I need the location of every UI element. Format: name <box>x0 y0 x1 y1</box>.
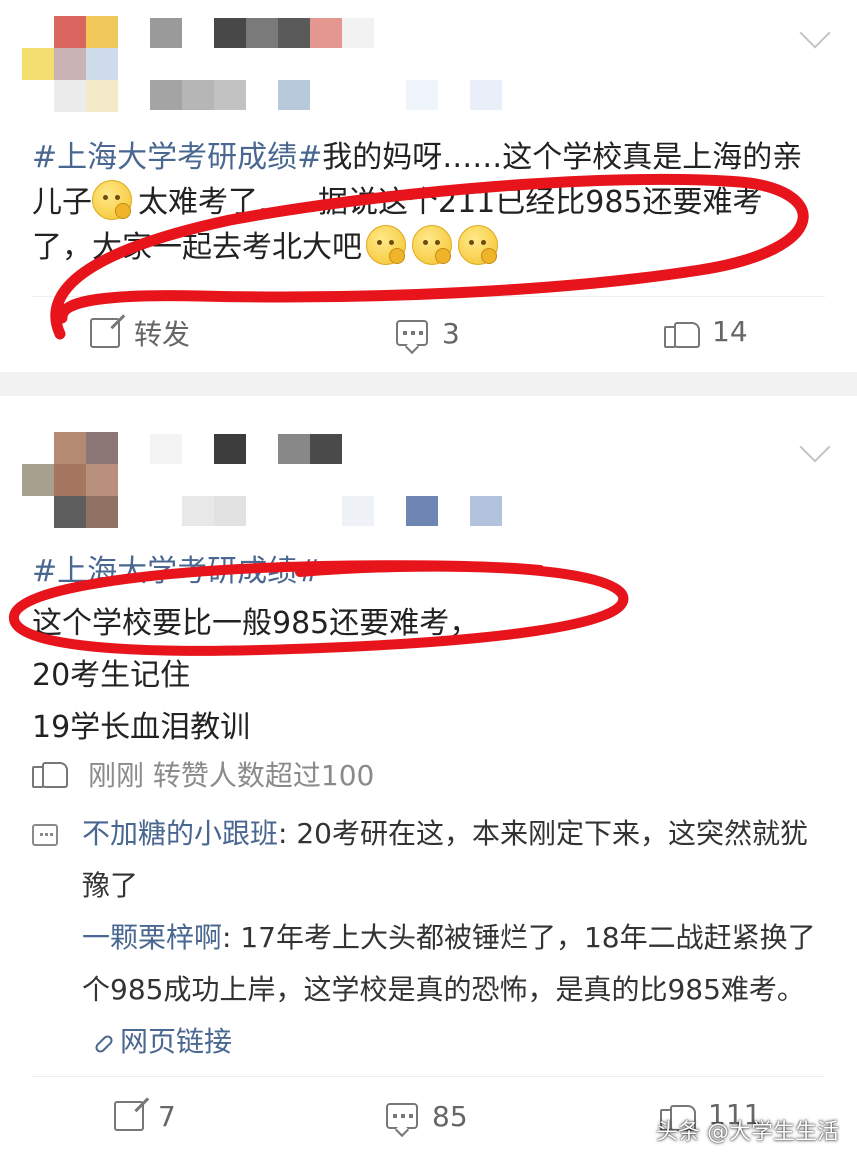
post-card-2: #上海大学考研成绩# 这个学校要比一般985还要难考， 20考生记住 19学长血… <box>0 396 857 1158</box>
share-count: 7 <box>158 1099 176 1133</box>
chevron-down-icon[interactable] <box>799 431 831 463</box>
comment-count: 85 <box>432 1099 468 1133</box>
comment-author[interactable]: 不加糖的小跟班 <box>82 817 278 850</box>
emoji-icon <box>412 225 452 265</box>
comment-author[interactable]: 一颗栗梓啊 <box>82 921 222 954</box>
post-meta-blurred <box>150 80 510 110</box>
like-icon <box>664 314 700 348</box>
post-text: #上海大学考研成绩# 这个学校要比一般985还要难考， 20考生记住 19学长血… <box>32 546 822 754</box>
post-line-1: 这个学校要比一般985还要难考， <box>32 606 480 641</box>
emoji-icon <box>458 225 498 265</box>
share-label: 转发 <box>134 318 191 351</box>
watermark: 头条 @大学生生活 <box>656 1120 839 1145</box>
emoji-icon <box>92 180 132 220</box>
share-icon <box>90 318 120 348</box>
comment-icon <box>32 824 58 846</box>
username-blurred[interactable] <box>150 18 380 48</box>
likes-summary-text: 刚刚 转赞人数超过100 <box>88 759 375 792</box>
divider <box>32 1076 825 1077</box>
comment-button[interactable]: 3 <box>396 313 460 353</box>
post-card-1: #上海大学考研成绩#我的妈呀……这个学校真是上海的亲儿子 太难考了……据说这个21… <box>0 0 857 372</box>
share-button[interactable]: 7 <box>114 1096 176 1136</box>
chevron-down-icon[interactable] <box>799 17 831 49</box>
comment-1[interactable]: 不加糖的小跟班: 20考研在这，本来刚定下来，这突然就犹豫了 <box>82 808 822 912</box>
emoji-icon <box>366 225 406 265</box>
like-count: 14 <box>712 314 748 348</box>
like-icon <box>32 760 68 788</box>
comment-button[interactable]: 85 <box>386 1096 468 1136</box>
comment-2[interactable]: 一颗栗梓啊: 17年考上大头都被锤烂了，18年二战赶紧换了个985成功上岸，这学… <box>82 912 822 1068</box>
comment-icon <box>386 1103 418 1129</box>
post-meta-blurred <box>150 496 510 526</box>
username-blurred[interactable] <box>150 434 350 464</box>
comment-count: 3 <box>442 316 460 350</box>
divider <box>32 296 825 297</box>
post-line-3: 19学长血泪教训 <box>32 710 251 745</box>
link-icon <box>93 1033 115 1055</box>
share-icon <box>114 1101 144 1131</box>
share-button[interactable]: 转发 <box>90 313 190 353</box>
avatar[interactable] <box>22 432 122 528</box>
post-line-2: 20考生记住 <box>32 658 191 693</box>
topic-link[interactable]: #上海大学考研成绩# <box>32 546 822 598</box>
topic-link[interactable]: #上海大学考研成绩# <box>32 140 322 175</box>
like-button[interactable]: 14 <box>664 311 748 351</box>
likes-summary[interactable]: 刚刚 转赞人数超过100 <box>32 754 374 794</box>
web-link[interactable]: 网页链接 <box>120 1025 232 1058</box>
post-text: #上海大学考研成绩#我的妈呀……这个学校真是上海的亲儿子 太难考了……据说这个21… <box>32 136 822 270</box>
comment-icon <box>396 320 428 346</box>
avatar[interactable] <box>22 16 122 112</box>
